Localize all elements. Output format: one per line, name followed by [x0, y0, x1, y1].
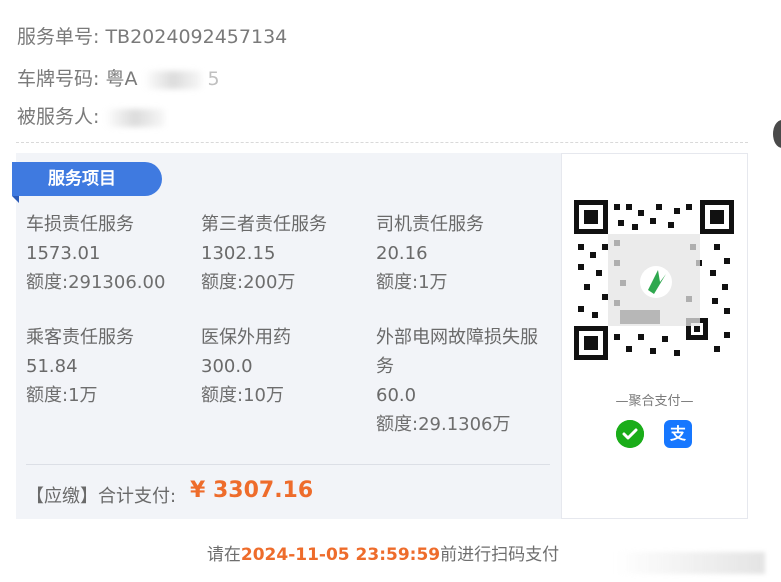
deadline-suffix: 前进行扫码支付 [440, 545, 560, 565]
service-name: 车损责任服务 [26, 214, 134, 235]
plate-number-value: 粤A [105, 68, 138, 90]
insured-person-label: 被服务人: [17, 106, 100, 128]
service-quota: 额度:1万 [376, 272, 448, 293]
service-name: 司机责任服务 [376, 214, 484, 235]
watermark-area [615, 552, 765, 574]
service-name: 第三者责任服务 [201, 214, 327, 235]
plate-number-row: 车牌号码: 粤A 5 [17, 64, 220, 91]
total-divider [26, 464, 550, 465]
service-amount: 60.0 [376, 385, 417, 406]
order-number-value: TB2024092457134 [105, 26, 288, 48]
service-quota: 额度:1万 [26, 385, 98, 406]
service-item-passenger: 乘客责任服务 51.84 额度:1万 [26, 323, 201, 410]
service-name: 外部电网故障损失服务 [376, 327, 538, 377]
service-item-medical: 医保外用药 300.0 额度:10万 [201, 323, 376, 410]
service-item-power-grid: 外部电网故障损失服务 60.0 额度:29.1306万 [376, 323, 548, 439]
order-number-label: 服务单号: [17, 26, 100, 48]
service-amount: 1302.15 [201, 243, 276, 264]
service-amount: 51.84 [26, 356, 78, 377]
service-item-driver: 司机责任服务 20.16 额度:1万 [376, 210, 551, 297]
service-amount: 1573.01 [26, 243, 101, 264]
total-amount: ¥ 3307.16 [190, 478, 314, 503]
service-quota: 额度:291306.00 [26, 272, 166, 293]
service-amount: 300.0 [201, 356, 253, 377]
order-number-row: 服务单号: TB2024092457134 [17, 22, 287, 49]
plate-number-mask [143, 70, 202, 89]
plate-number-tail: 5 [207, 68, 220, 90]
section-title-badge: 服务项目 [12, 162, 162, 196]
service-name: 乘客责任服务 [26, 327, 134, 348]
service-item-car-damage: 车损责任服务 1573.01 额度:291306.00 [26, 210, 201, 297]
total-label: 【应缴】合计支付: [26, 486, 177, 507]
plate-number-label: 车牌号码: [17, 68, 100, 90]
side-scroll-handle[interactable] [773, 120, 781, 148]
service-quota: 额度:200万 [201, 272, 296, 293]
deadline-datetime: 2024-11-05 23:59:59 [240, 545, 441, 565]
service-quota: 额度:10万 [201, 385, 284, 406]
service-name: 医保外用药 [201, 327, 291, 348]
wechat-pay-icon[interactable] [616, 420, 644, 448]
badge-fold [12, 196, 19, 203]
header-divider [16, 142, 748, 143]
payment-qr-code[interactable] [574, 200, 734, 360]
aggregate-payment-caption: —聚合支付— [615, 394, 694, 409]
deadline-prefix: 请在 [206, 545, 241, 565]
alipay-icon[interactable]: 支 [664, 420, 692, 448]
service-amount: 20.16 [376, 243, 428, 264]
insured-person-row: 被服务人: [17, 102, 166, 129]
service-item-third-party: 第三者责任服务 1302.15 额度:200万 [201, 210, 376, 297]
wechat-icon-glyph [616, 420, 644, 448]
qr-code-icon [574, 200, 734, 360]
service-quota: 额度:29.1306万 [376, 414, 511, 435]
order-info-header: 服务单号: TB2024092457134 车牌号码: 粤A 5 被服务人: [0, 0, 781, 140]
insured-person-mask [105, 108, 166, 127]
